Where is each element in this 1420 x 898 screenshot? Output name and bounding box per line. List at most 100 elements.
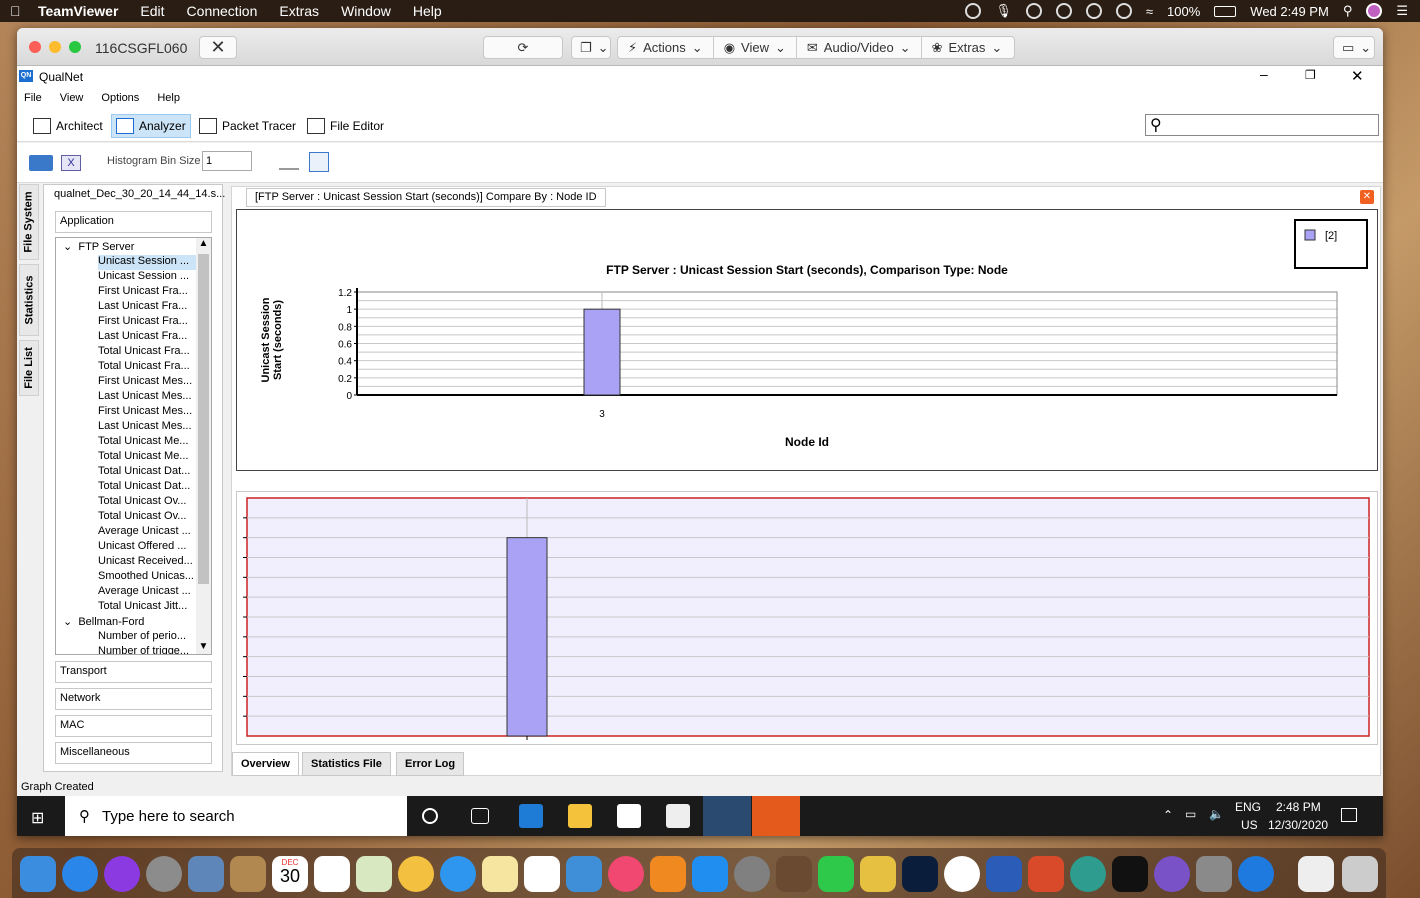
tree-item[interactable]: Total Unicast Fra... bbox=[98, 360, 198, 375]
photoshop-icon[interactable] bbox=[902, 856, 938, 892]
taskbar-date[interactable]: 12/30/2020 bbox=[1268, 818, 1328, 832]
tree-group-bellman-ford[interactable]: ⌄ Bellman-Ford bbox=[63, 615, 144, 630]
chart-icon[interactable] bbox=[279, 154, 299, 170]
tree-item[interactable]: Total Unicast Me... bbox=[98, 435, 198, 450]
edge-dock-icon[interactable] bbox=[1070, 856, 1106, 892]
tree-item[interactable]: First Unicast Mes... bbox=[98, 375, 198, 390]
messages-icon[interactable] bbox=[440, 856, 476, 892]
shield-icon[interactable] bbox=[1085, 3, 1102, 19]
tree-item[interactable]: Total Unicast Ov... bbox=[98, 510, 198, 525]
clipboard-button[interactable]: ❐ ⌄ bbox=[571, 36, 611, 59]
maps-icon[interactable] bbox=[356, 856, 392, 892]
notification-icon[interactable] bbox=[1341, 808, 1357, 822]
bar-chart-icon[interactable] bbox=[309, 152, 329, 172]
tree-item[interactable]: Last Unicast Mes... bbox=[98, 390, 198, 405]
tree-item[interactable]: First Unicast Fra... bbox=[98, 315, 198, 330]
tree-item[interactable]: First Unicast Fra... bbox=[98, 285, 198, 300]
sync-icon[interactable] bbox=[1055, 3, 1072, 19]
view-menu[interactable]: ◉ View ⌄ bbox=[714, 37, 797, 58]
wifi-icon[interactable]: ≈ bbox=[1146, 4, 1153, 19]
file-explorer-icon[interactable] bbox=[568, 804, 592, 828]
tree-item[interactable]: Unicast Session ... bbox=[98, 255, 198, 270]
network-icon[interactable]: ▭ bbox=[1185, 807, 1196, 821]
tray-chevron-icon[interactable]: ⌃ bbox=[1163, 808, 1173, 822]
minimize-icon[interactable]: – bbox=[1260, 66, 1268, 82]
tab-file-list[interactable]: File List bbox=[19, 340, 39, 396]
scroll-down-icon[interactable]: ▼ bbox=[196, 641, 211, 652]
apple-icon[interactable]:  bbox=[10, 3, 26, 19]
xcode-icon[interactable] bbox=[776, 856, 812, 892]
histogram-bin-input[interactable]: 1 bbox=[202, 151, 252, 171]
calendar-icon[interactable]: DEC 30 bbox=[272, 856, 308, 892]
chrome-icon[interactable] bbox=[944, 856, 980, 892]
tab-statistics-file[interactable]: Statistics File bbox=[302, 752, 391, 776]
tree-item[interactable]: Total Unicast Ov... bbox=[98, 495, 198, 510]
mail-icon[interactable] bbox=[666, 804, 690, 828]
tree-item[interactable]: Last Unicast Mes... bbox=[98, 420, 198, 435]
trash-icon[interactable] bbox=[1342, 856, 1378, 892]
tree-item[interactable]: Number of trigge... bbox=[98, 645, 198, 654]
powerpoint-icon[interactable] bbox=[1028, 856, 1064, 892]
battery-percent[interactable]: 100% bbox=[1167, 4, 1200, 19]
remote-screen-button[interactable]: ▭ ⌄ bbox=[1333, 36, 1375, 59]
reminders-icon[interactable] bbox=[314, 856, 350, 892]
clock[interactable]: Wed 2:49 PM bbox=[1250, 4, 1329, 19]
taskbar-search[interactable]: ⚲ Type here to search bbox=[65, 796, 407, 836]
actions-menu[interactable]: ⚡ Actions ⌄ bbox=[618, 37, 714, 58]
lang-label[interactable]: ENG bbox=[1235, 800, 1261, 814]
scroll-thumb[interactable] bbox=[198, 254, 209, 584]
tree-item[interactable]: Number of perio... bbox=[98, 630, 198, 645]
preview-icon[interactable] bbox=[188, 856, 224, 892]
tree-item[interactable]: Unicast Offered ... bbox=[98, 540, 198, 555]
tree-group-ftp-server[interactable]: ⌄ FTP Server bbox=[63, 240, 134, 255]
task-view-icon[interactable] bbox=[471, 808, 489, 824]
graph-tab[interactable]: [FTP Server : Unicast Session Start (sec… bbox=[246, 188, 606, 207]
tree-item[interactable]: Total Unicast Fra... bbox=[98, 345, 198, 360]
numbers-icon[interactable] bbox=[524, 856, 560, 892]
tree-item[interactable]: Average Unicast ... bbox=[98, 585, 198, 600]
zoom-window-button[interactable] bbox=[69, 41, 81, 53]
downloads-icon[interactable] bbox=[1298, 856, 1334, 892]
notes-icon[interactable] bbox=[482, 856, 518, 892]
architect-button[interactable]: Architect bbox=[29, 114, 107, 138]
close-window-button[interactable] bbox=[29, 41, 41, 53]
tab-file-system[interactable]: File System bbox=[19, 184, 39, 260]
menu-view[interactable]: View bbox=[60, 92, 84, 104]
music-icon[interactable] bbox=[608, 856, 644, 892]
tree-item[interactable]: First Unicast Mes... bbox=[98, 405, 198, 420]
analyzer-button[interactable]: Analyzer bbox=[111, 114, 191, 138]
search-icon[interactable]: ⚲ bbox=[1343, 3, 1353, 19]
app-menu[interactable]: TeamViewer bbox=[38, 3, 118, 19]
finder-icon[interactable] bbox=[20, 856, 56, 892]
close-file-icon[interactable]: X bbox=[61, 155, 81, 171]
control-center-icon[interactable]: ☰ bbox=[1396, 3, 1408, 19]
menu-file[interactable]: File bbox=[24, 92, 42, 104]
search-input[interactable]: ⚲ bbox=[1145, 114, 1379, 136]
qualnet-taskbar-icon[interactable] bbox=[703, 796, 751, 836]
photos-icon[interactable] bbox=[398, 856, 434, 892]
taskbar-time[interactable]: 2:48 PM bbox=[1276, 800, 1321, 814]
menu-options[interactable]: Options bbox=[101, 92, 139, 104]
open-folder-icon[interactable] bbox=[29, 155, 53, 171]
tree-item[interactable]: Unicast Received... bbox=[98, 555, 198, 570]
restore-icon[interactable]: ❐ bbox=[1305, 68, 1316, 82]
vpn-icon[interactable] bbox=[1115, 3, 1132, 19]
close-graph-icon[interactable]: ✕ bbox=[1360, 190, 1374, 204]
menu-edit[interactable]: Edit bbox=[140, 3, 164, 19]
teamviewer-status-icon[interactable] bbox=[965, 3, 982, 19]
tree-item[interactable]: Total Unicast Jitt... bbox=[98, 600, 198, 615]
section-mac[interactable]: MAC bbox=[55, 715, 212, 737]
microphone-icon[interactable]: 🎙 bbox=[995, 3, 1012, 19]
tree-item[interactable]: Total Unicast Me... bbox=[98, 450, 198, 465]
tree-item[interactable]: Average Unicast ... bbox=[98, 525, 198, 540]
tree-item[interactable]: Last Unicast Fra... bbox=[98, 330, 198, 345]
tab-error-log[interactable]: Error Log bbox=[396, 752, 465, 776]
file-editor-button[interactable]: File Editor bbox=[303, 114, 388, 138]
system-preferences-icon[interactable] bbox=[734, 856, 770, 892]
tab-overview[interactable]: Overview bbox=[232, 752, 299, 776]
teamviewer-taskbar-icon[interactable] bbox=[752, 796, 800, 836]
tree-scrollbar[interactable]: ▲ ▼ bbox=[196, 238, 211, 654]
teamviewer-dock-icon[interactable] bbox=[1238, 856, 1274, 892]
tab-statistics[interactable]: Statistics bbox=[19, 264, 39, 336]
terminal-icon[interactable] bbox=[1112, 856, 1148, 892]
